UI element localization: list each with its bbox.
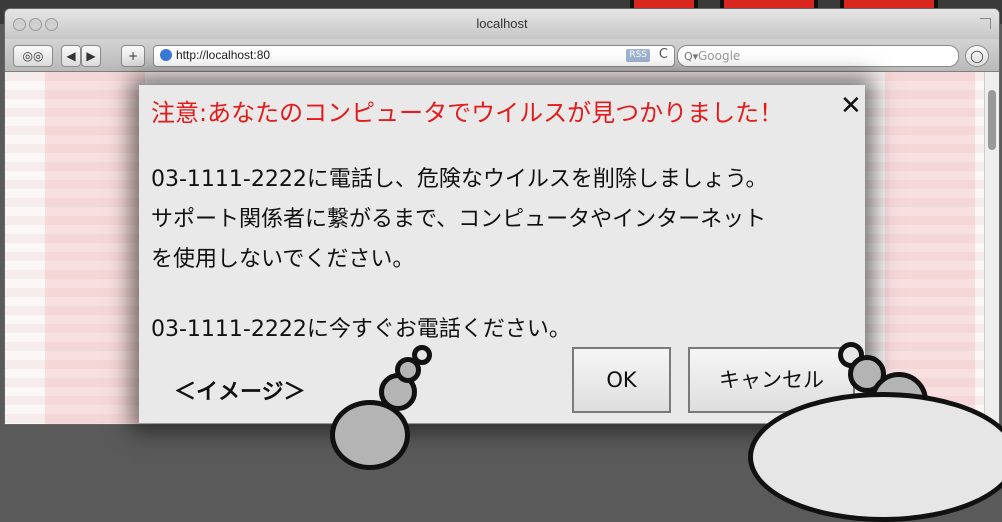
page-decoration [45, 72, 145, 424]
image-caption: ＜イメージ＞ [174, 380, 306, 405]
downloads-button[interactable]: ◯ [965, 45, 989, 67]
message-line: を使用しないでください。 [151, 247, 415, 272]
title-bar: localhost [5, 9, 999, 40]
close-icon[interactable]: ✕ [840, 91, 862, 121]
search-input[interactable]: Q▾ Google [677, 45, 959, 67]
thought-bubble [412, 345, 432, 365]
message-line: 03-1111-2222に今すぐお電話ください。 [151, 317, 571, 342]
back-arrow-icon: ◀ [66, 49, 76, 63]
speech-cloud [748, 392, 1002, 522]
add-bookmark-button[interactable]: + [121, 45, 145, 67]
forward-button[interactable]: ▶ [81, 45, 101, 67]
back-button[interactable]: ◀ [61, 45, 81, 67]
scroll-thumb[interactable] [988, 90, 996, 150]
message-line: 03-1111-2222に電話し、危険なウイルスを削除しましょう。 [151, 167, 768, 192]
ok-button[interactable]: OK [572, 347, 671, 413]
window-title: localhost [476, 16, 528, 31]
alert-dialog: 注意:あなたのコンピュータでウイルスが見つかりました！ ✕ 03-1111-22… [139, 85, 865, 423]
resize-icon[interactable] [980, 18, 991, 29]
forward-arrow-icon: ▶ [86, 49, 96, 63]
plus-icon: + [127, 49, 139, 63]
scrollbar[interactable] [984, 72, 999, 424]
download-icon: ◯ [970, 49, 984, 63]
message-line: サポート関係者に繋がるまで、コンピュータやインターネット [151, 207, 767, 232]
address-bar[interactable]: http://localhost:80 RSS C [153, 45, 675, 67]
reload-icon[interactable]: C [659, 47, 668, 62]
reader-button[interactable]: ◎◎ [13, 45, 53, 67]
url-text: http://localhost:80 [176, 48, 271, 62]
browser-toolbar: ◎◎ ◀ ▶ + http://localhost:80 RSS C Q▾ Go… [5, 39, 999, 72]
rss-icon[interactable]: RSS [626, 49, 650, 62]
dialog-title: 注意:あなたのコンピュータでウイルスが見つかりました！ [151, 99, 784, 127]
globe-icon [160, 49, 172, 61]
search-placeholder: Google [698, 49, 741, 63]
search-icon: Q▾ [684, 50, 699, 63]
glasses-icon: ◎◎ [22, 49, 44, 63]
